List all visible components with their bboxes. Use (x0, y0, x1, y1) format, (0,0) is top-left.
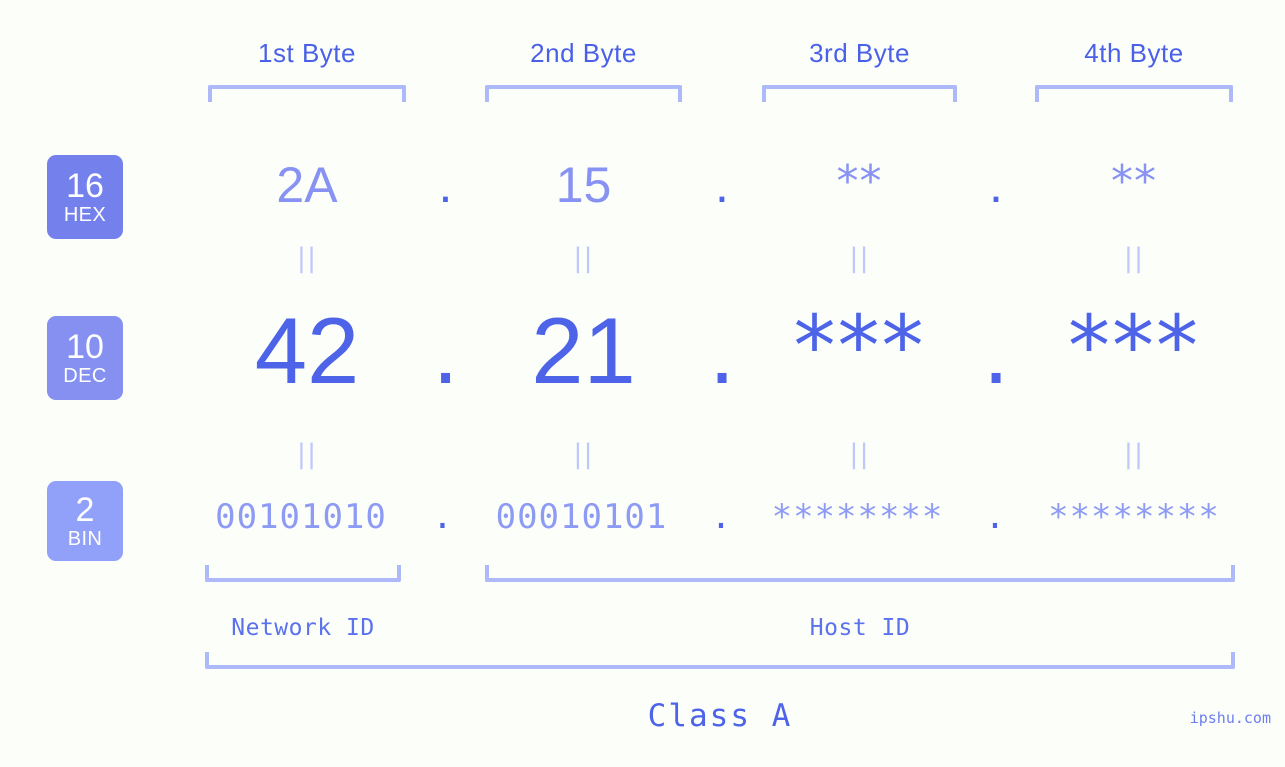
host-id-bracket (485, 565, 1235, 582)
radix-badge-hex: 16 HEX (47, 155, 123, 239)
bin-separator-1: . (432, 497, 453, 537)
dec-byte-2: 21 (531, 298, 636, 403)
network-id-label: Network ID (231, 615, 375, 641)
radix-badge-bin: 2 BIN (47, 481, 123, 561)
equality-mark-hex-dec-2: || (573, 243, 594, 274)
dec-separator-3: . (982, 298, 1010, 403)
byte-header-2: 2nd Byte (530, 38, 637, 68)
radix-badge-hex-number: 16 (66, 167, 104, 205)
radix-badge-dec: 10 DEC (47, 316, 123, 400)
dec-byte-3: *** (793, 297, 926, 395)
radix-badge-dec-number: 10 (66, 328, 104, 366)
radix-badge-hex-name: HEX (63, 204, 107, 226)
hex-byte-1: 2A (276, 157, 338, 213)
equality-mark-hex-dec-4: || (1123, 243, 1145, 274)
equality-mark-dec-bin-2: || (573, 439, 594, 470)
bin-byte-3: ******** (771, 497, 944, 537)
radix-badge-dec-name: DEC (63, 365, 107, 387)
byte-bracket-top-4 (1035, 85, 1233, 102)
hex-separator-1: . (438, 157, 453, 213)
radix-badge-bin-number: 2 (75, 491, 95, 529)
byte-bracket-top-1 (208, 85, 406, 102)
dec-separator-2: . (708, 298, 736, 403)
radix-badge-bin-name: BIN (67, 528, 103, 550)
hex-byte-2: 15 (555, 157, 612, 213)
hex-separator-3: . (989, 157, 1003, 213)
hex-byte-4: ** (1111, 156, 1157, 207)
host-id-label: Host ID (809, 615, 911, 641)
byte-header-4: 4th Byte (1084, 38, 1184, 68)
byte-header-1: 1st Byte (258, 38, 356, 68)
equality-mark-hex-dec-1: || (296, 243, 318, 274)
bin-separator-3: . (984, 497, 1006, 537)
network-id-bracket (205, 565, 401, 582)
bin-byte-1: 00101010 (215, 497, 387, 537)
byte-header-3: 3rd Byte (809, 38, 910, 68)
byte-bracket-top-2 (485, 85, 682, 102)
site-watermark: ipshu.com (1189, 709, 1271, 727)
class-label: Class A (647, 698, 793, 734)
equality-mark-hex-dec-3: || (849, 243, 870, 274)
equality-mark-dec-bin-1: || (296, 439, 318, 470)
class-bracket (205, 652, 1235, 669)
bin-byte-2: 00010101 (495, 497, 668, 537)
dec-byte-4: *** (1068, 297, 1200, 395)
hex-separator-2: . (715, 157, 729, 213)
dec-separator-1: . (432, 298, 459, 403)
equality-mark-dec-bin-4: || (1123, 439, 1145, 470)
dec-byte-1: 42 (254, 298, 360, 403)
hex-byte-3: ** (836, 156, 883, 207)
byte-bracket-top-3 (762, 85, 957, 102)
equality-mark-dec-bin-3: || (849, 439, 870, 470)
bin-byte-4: ******** (1048, 497, 1220, 537)
ip-address-breakdown-diagram: 1st Byte 2nd Byte 3rd Byte 4th Byte 16 H… (0, 0, 1285, 767)
bin-separator-2: . (710, 497, 732, 537)
